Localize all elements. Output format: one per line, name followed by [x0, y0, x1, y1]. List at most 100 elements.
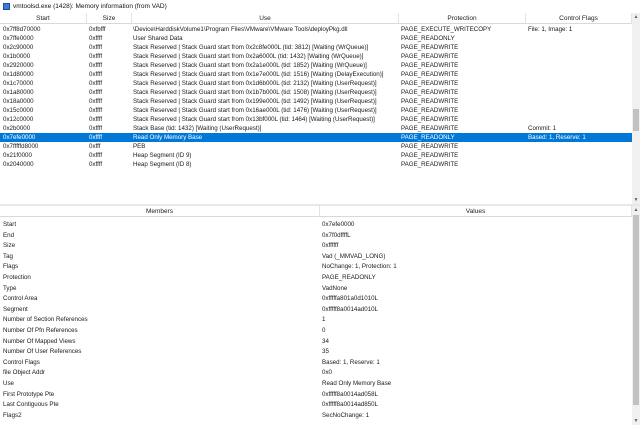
cell-control-flags: File: 1, Image: 1: [528, 26, 573, 33]
memory-region-row[interactable]: 0x1c70000 0xffff Stack Reserved | Stack Gu…: [0, 79, 632, 88]
memory-region-row[interactable]: 0x15c0000 0xffff Stack Reserved | Stack Gu…: [0, 106, 632, 115]
cell-control-flags: [528, 34, 631, 43]
cell-control-flags: Based: 1, Reserve: 1: [528, 134, 586, 141]
cell-control-flags: [528, 97, 631, 106]
memory-region-row[interactable]: 0x12c0000 0xffff Stack Reserved | Stack Gu…: [0, 115, 632, 124]
detail-row[interactable]: Tag Vad (_MMVAD_LONG): [0, 252, 632, 263]
cell-size: 0xffff: [89, 35, 103, 42]
cell-protection: PAGE_READWRITE: [401, 62, 459, 69]
member-name: Last Contiguous Pte: [3, 401, 59, 409]
detail-row[interactable]: Segment 0xfffff8a0014ad010L: [0, 305, 632, 316]
cell-size: 0xffff: [89, 62, 103, 69]
cell-start: 0x21f0000: [3, 152, 32, 159]
detail-row[interactable]: Flags NoChange: 1, Protection: 1: [0, 262, 632, 273]
memory-region-row[interactable]: 0x21f0000 0xffff Heap Segment (ID 9) PAGE_R…: [0, 151, 632, 160]
column-header-control-flags[interactable]: Control Flags: [526, 13, 632, 24]
detail-row[interactable]: Protection PAGE_READONLY: [0, 273, 632, 284]
memory-regions-list: 0x7ff8d70000 0xfbfff \Device\HarddiskVolum…: [0, 25, 632, 169]
cell-start: 0x7ff8d70000: [3, 26, 41, 33]
cell-use: Stack Reserved | Stack Guard start from …: [133, 98, 377, 105]
detail-row[interactable]: Type VadNone: [0, 284, 632, 295]
detail-row[interactable]: Size 0xffffff: [0, 241, 632, 252]
column-header-values[interactable]: Values: [320, 206, 632, 217]
cell-use: Heap Segment (ID 9): [133, 152, 192, 159]
detail-row[interactable]: Start 0x7efe0000: [0, 220, 632, 231]
detail-row[interactable]: End 0x7f0dffffL: [0, 231, 632, 242]
column-header-start[interactable]: Start: [0, 13, 87, 24]
memory-region-row[interactable]: 0x7ff8d70000 0xfbfff \Device\HarddiskVolum…: [0, 25, 632, 34]
cell-start: 0x2040000: [3, 161, 34, 168]
cell-start: 0x7fffffd8000: [3, 143, 39, 150]
cell-start: 0x7ffe0000: [3, 35, 34, 42]
memory-region-row[interactable]: 0x2920000 0xffff Stack Reserved | Stack Gu…: [0, 61, 632, 70]
member-name: Number Of User References: [3, 348, 82, 356]
member-value: 0x0: [322, 369, 332, 377]
memory-region-row[interactable]: 0x2c90000 0xffff Stack Reserved | Stack Gu…: [0, 43, 632, 52]
column-header-use[interactable]: Use: [132, 13, 399, 24]
detail-row[interactable]: Use Read Only Memory Base: [0, 379, 632, 390]
cell-start: 0x18a0000: [3, 98, 34, 105]
detail-row[interactable]: Flags2 SecNoChange: 1: [0, 411, 632, 422]
column-header-size[interactable]: Size: [87, 13, 132, 24]
detail-row[interactable]: Last Contiguous Pte 0xfffff8a0014ad850L: [0, 400, 632, 411]
scroll-down-arrow-icon[interactable]: ▼: [632, 417, 640, 425]
details-scrollbar[interactable]: ▲ ▼: [632, 206, 640, 425]
member-name: Flags: [3, 263, 19, 271]
member-name: Number Of Mapped Views: [3, 337, 76, 345]
memory-region-row[interactable]: 0x7efe0000 0xffff Read Only Memory Base PAG…: [0, 133, 632, 142]
memory-region-row[interactable]: 0x1d80000 0xffff Stack Reserved | Stack Gu…: [0, 70, 632, 79]
detail-row[interactable]: Control Area 0xfffffa801a0d1010L: [0, 294, 632, 305]
scroll-up-arrow-icon[interactable]: ▲: [632, 206, 640, 214]
cell-use: Stack Reserved | Stack Guard start from …: [133, 44, 369, 51]
column-header-members[interactable]: Members: [0, 206, 320, 217]
member-name: Control Area: [3, 295, 38, 303]
memory-regions-scrollbar[interactable]: ▲ ▼: [632, 13, 640, 204]
scroll-up-arrow-icon[interactable]: ▲: [632, 13, 640, 21]
detail-row[interactable]: Number Of Mapped Views 34: [0, 337, 632, 348]
cell-protection: PAGE_READWRITE: [401, 161, 459, 168]
detail-row[interactable]: Control Flags Based: 1, Reserve: 1: [0, 358, 632, 369]
memory-region-row[interactable]: 0x2040000 0xffff Heap Segment (ID 8) PAGE_R…: [0, 160, 632, 169]
cell-use: Stack Reserved | Stack Guard start from …: [133, 71, 384, 78]
cell-protection: PAGE_READWRITE: [401, 143, 459, 150]
cell-use: \Device\HarddiskVolume1\Program Files\VM…: [133, 26, 348, 33]
cell-protection: PAGE_READWRITE: [401, 53, 459, 60]
cell-use: Stack Base (tid: 1432) [Waiting (UserReq…: [133, 125, 262, 132]
detail-row[interactable]: Number of Section References 1: [0, 315, 632, 326]
member-value: Based: 1, Reserve: 1: [322, 358, 380, 366]
cell-use: PEB: [133, 143, 146, 150]
member-value: 0xfffff8a0014ad058L: [322, 390, 378, 398]
cell-size: 0xfff: [89, 143, 101, 150]
cell-size: 0xffff: [89, 98, 103, 105]
memory-regions-header: Start Size Use Protection Control Flags: [0, 13, 632, 24]
cell-protection: PAGE_READWRITE: [401, 107, 459, 114]
memory-region-row[interactable]: 0x1b0000 0xffff Stack Reserved | Stack Gua…: [0, 52, 632, 61]
detail-row[interactable]: file Object Addr 0x0: [0, 368, 632, 379]
scroll-down-arrow-icon[interactable]: ▼: [632, 196, 640, 204]
cell-start: 0x1b0000: [3, 53, 31, 60]
detail-row[interactable]: Number Of User References 35: [0, 347, 632, 358]
cell-protection: PAGE_READWRITE: [401, 80, 459, 87]
cell-use: Stack Reserved | Stack Guard start from …: [133, 80, 377, 87]
member-value: 0xfffff8a0014ad010L: [322, 305, 378, 313]
cell-size: 0xffff: [89, 89, 103, 96]
cell-control-flags: [528, 115, 631, 124]
member-value: PAGE_READONLY: [322, 273, 376, 281]
detail-row[interactable]: First Prototype Pte 0xfffff8a0014ad058L: [0, 390, 632, 401]
window-titlebar: vmtoolsd.exe (1428): Memory information …: [0, 0, 640, 13]
member-name: Type: [3, 284, 17, 292]
scrollbar-thumb[interactable]: [633, 109, 639, 131]
member-value: 0x7efe0000: [322, 221, 355, 228]
memory-region-row[interactable]: 0x7ffe0000 0xffff User Shared Data PAGE_REA…: [0, 34, 632, 43]
scrollbar-thumb[interactable]: [633, 215, 639, 405]
cell-start: 0x2920000: [3, 62, 34, 69]
column-header-protection[interactable]: Protection: [399, 13, 526, 24]
detail-row[interactable]: Number Of Pfn References 0: [0, 326, 632, 337]
memory-region-row[interactable]: 0x2b0000 0xffff Stack Base (tid: 1432) [Wa…: [0, 124, 632, 133]
memory-region-row[interactable]: 0x1a80000 0xffff Stack Reserved | Stack Gu…: [0, 88, 632, 97]
memory-region-row[interactable]: 0x18a0000 0xffff Stack Reserved | Stack Gu…: [0, 97, 632, 106]
cell-protection: PAGE_EXECUTE_WRITECOPY: [401, 26, 492, 33]
memory-region-row[interactable]: 0x7fffffd8000 0xfff PEB PAGE_READWRITE: [0, 142, 632, 151]
cell-start: 0x7efe0000: [3, 134, 36, 141]
cell-start: 0x15c0000: [3, 107, 34, 114]
